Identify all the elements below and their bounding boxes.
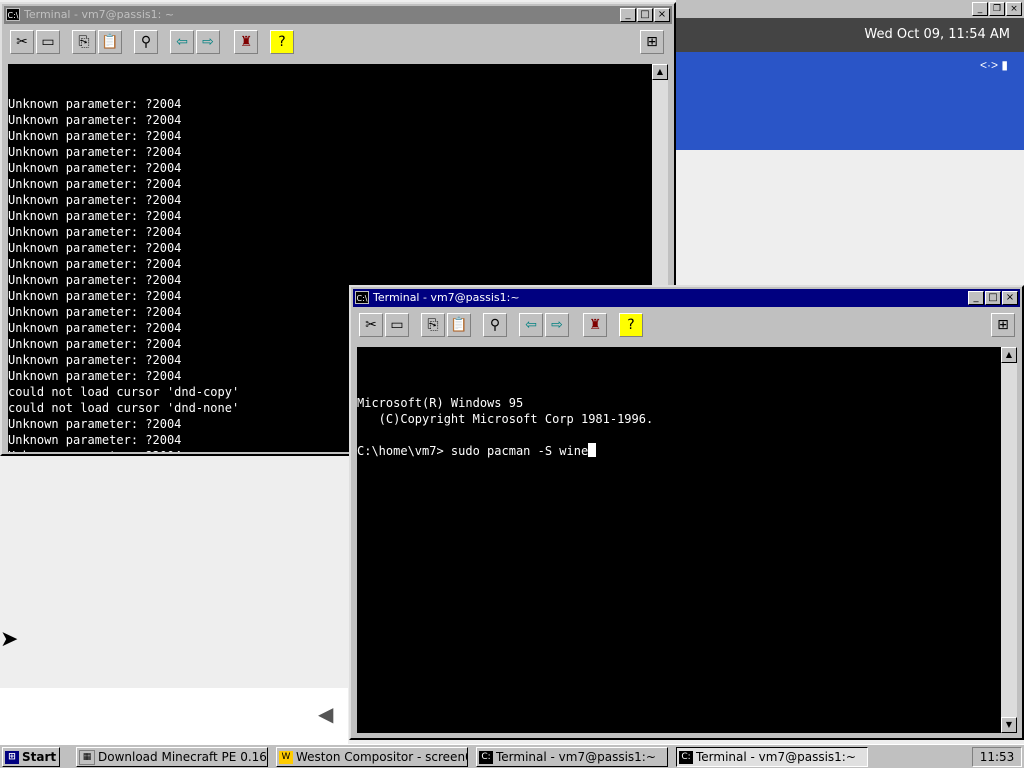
find-icon[interactable]: ⚲	[134, 30, 158, 54]
scroll-up-icon[interactable]: ▲	[1001, 347, 1017, 363]
header-band: <·> ▮	[676, 52, 1024, 150]
datetime-label: Wed Oct 09, 11:54 AM	[864, 27, 1010, 42]
terminal-app-icon: C:\	[6, 8, 20, 21]
help-icon[interactable]: ?	[270, 30, 294, 54]
console-line: Unknown parameter: ?2004	[8, 177, 182, 191]
bg-close-button[interactable]: ×	[1006, 2, 1022, 16]
paste-icon[interactable]: 📋	[98, 30, 122, 54]
start-button[interactable]: ⊞ Start	[2, 747, 60, 767]
console-line: Unknown parameter: ?2004	[8, 145, 182, 159]
properties-icon[interactable]: ♜	[583, 313, 607, 337]
window-icon[interactable]: ▭	[385, 313, 409, 337]
taskbar: ⊞Start ▦Download Minecraft PE 0.16.0 ...…	[0, 744, 1024, 768]
window-icon[interactable]: ▭	[36, 30, 60, 54]
find-icon[interactable]: ⚲	[483, 313, 507, 337]
background-app: _ ❐ × Wed Oct 09, 11:54 AM <·> ▮	[676, 0, 1024, 150]
console-line: Unknown parameter: ?2004	[8, 193, 182, 207]
taskbar-item-terminal-1[interactable]: C: Terminal - vm7@passis1:~	[476, 747, 668, 767]
terminal-icon: C:	[679, 751, 693, 764]
taskbar-item-label: Terminal - vm7@passis1:~	[696, 750, 856, 764]
close-button[interactable]: ×	[1002, 291, 1018, 305]
taskbar-item-terminal-2[interactable]: C: Terminal - vm7@passis1:~	[676, 747, 868, 767]
scroll-down-icon[interactable]: ▼	[1001, 717, 1017, 733]
taskbar-item-weston[interactable]: W Weston Compositor - screen0	[276, 747, 468, 767]
taskbar-item-browser[interactable]: ▦Download Minecraft PE 0.16.0 ...	[76, 747, 268, 767]
console-line: (C)Copyright Microsoft Corp 1981-1996.	[357, 412, 654, 426]
web-page-icon: ▦	[79, 750, 95, 765]
console-line: Unknown parameter: ?2004	[8, 129, 182, 143]
minimize-button[interactable]: _	[968, 291, 984, 305]
window-title-back: Terminal - vm7@passis1: ~	[24, 8, 175, 21]
status-icons: <·> ▮	[980, 58, 1008, 72]
titlebar-back[interactable]: C:\ Terminal - vm7@passis1: ~ _ □ ×	[4, 6, 672, 24]
start-label: Start	[22, 750, 57, 764]
console-line: Unknown parameter: ?2004	[8, 209, 182, 223]
console-line: Unknown parameter: ?2004	[8, 113, 182, 127]
window-title-front: Terminal - vm7@passis1:~	[373, 291, 520, 304]
back-arrow-icon[interactable]: ◀	[318, 702, 333, 727]
toolbar-back: ✂ ▭ ⎘ 📋 ⚲ ⇦ ⇨ ♜ ? ⊞	[6, 28, 670, 62]
toolbar-front: ✂ ▭ ⎘ 📋 ⚲ ⇦ ⇨ ♜ ? ⊞	[355, 311, 1018, 345]
console-line: Unknown parameter: ?2004	[8, 161, 182, 175]
mark-icon[interactable]: ✂	[359, 313, 383, 337]
clock: 11:53	[972, 747, 1022, 767]
left-arrow-icon[interactable]: ⇦	[170, 30, 194, 54]
left-arrow-icon[interactable]: ⇦	[519, 313, 543, 337]
console-line: Unknown parameter: ?2004	[8, 225, 182, 239]
scroll-up-icon[interactable]: ▲	[652, 64, 668, 80]
console-line: Microsoft(R) Windows 95	[357, 396, 524, 410]
console-line: Unknown parameter: ?2004	[8, 257, 182, 271]
bg-restore-button[interactable]: ❐	[989, 2, 1005, 16]
mouse-pointer-icon: ➤	[0, 626, 19, 651]
right-arrow-icon[interactable]: ⇨	[196, 30, 220, 54]
console-line: C:\home\vm7> sudo pacman -S wine	[357, 443, 1001, 459]
minimize-button[interactable]: _	[620, 8, 636, 22]
taskbar-item-label: Download Minecraft PE 0.16.0 ...	[98, 750, 267, 764]
maximize-button[interactable]: □	[637, 8, 653, 22]
paste-icon[interactable]: 📋	[447, 313, 471, 337]
text-cursor	[588, 443, 597, 457]
console-output-front[interactable]: Microsoft(R) Windows 95 (C)Copyright Mic…	[357, 347, 1001, 733]
copy-icon[interactable]: ⎘	[421, 313, 445, 337]
copy-icon[interactable]: ⎘	[72, 30, 96, 54]
taskbar-item-label: Weston Compositor - screen0	[296, 750, 468, 764]
help-icon[interactable]: ?	[619, 313, 643, 337]
bg-minimize-button[interactable]: _	[972, 2, 988, 16]
terminal-window-front[interactable]: C:\ Terminal - vm7@passis1:~ _ □ × ✂ ▭ ⎘ 📋…	[349, 285, 1024, 740]
right-arrow-icon[interactable]: ⇨	[545, 313, 569, 337]
top-status-bar: Wed Oct 09, 11:54 AM	[676, 18, 1024, 52]
background-panel	[0, 688, 348, 744]
windows-logo-icon: ⊞	[5, 751, 19, 764]
mark-icon[interactable]: ✂	[10, 30, 34, 54]
terminal-icon: C:	[479, 751, 493, 764]
fullscreen-icon[interactable]: ⊞	[640, 30, 664, 54]
titlebar-front[interactable]: C:\ Terminal - vm7@passis1:~ _ □ ×	[353, 289, 1020, 307]
maximize-button[interactable]: □	[985, 291, 1001, 305]
fullscreen-icon[interactable]: ⊞	[991, 313, 1015, 337]
properties-icon[interactable]: ♜	[234, 30, 258, 54]
vertical-scrollbar[interactable]: ▲ ▼	[1001, 347, 1017, 733]
weston-icon: W	[279, 751, 293, 764]
terminal-app-icon: C:\	[355, 291, 369, 304]
console-lines: Microsoft(R) Windows 95 (C)Copyright Mic…	[357, 379, 1001, 459]
close-button[interactable]: ×	[654, 8, 670, 22]
console-line: Unknown parameter: ?2004	[8, 97, 182, 111]
background-app-controls: _ ❐ ×	[676, 0, 1024, 18]
console-line: Unknown parameter: ?2004	[8, 241, 182, 255]
taskbar-item-label: Terminal - vm7@passis1:~	[496, 750, 656, 764]
